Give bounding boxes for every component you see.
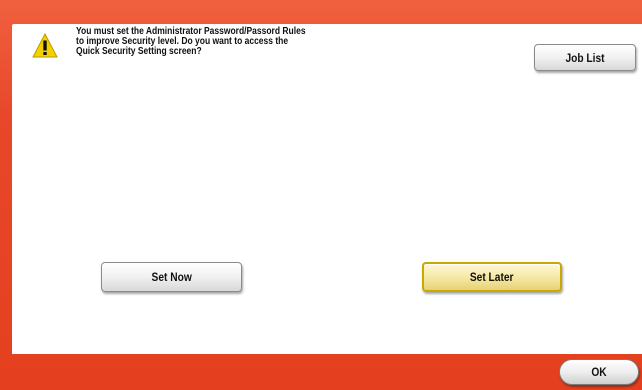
- screen-frame: You must set the Administrator Password/…: [0, 0, 642, 390]
- dialog-message: You must set the Administrator Password/…: [76, 27, 357, 57]
- dialog-panel: [12, 24, 642, 354]
- message-line-3: Quick Security Setting screen?: [76, 46, 202, 57]
- set-now-button[interactable]: Set Now: [101, 262, 242, 292]
- set-later-label: Set Later: [470, 270, 514, 284]
- ok-button[interactable]: OK: [559, 359, 639, 385]
- ok-label: OK: [591, 365, 607, 379]
- job-list-label: Job List: [565, 50, 605, 65]
- warning-icon: [32, 33, 58, 58]
- job-list-button[interactable]: Job List: [534, 44, 636, 71]
- set-now-label: Set Now: [151, 270, 192, 284]
- set-later-button[interactable]: Set Later: [422, 262, 562, 292]
